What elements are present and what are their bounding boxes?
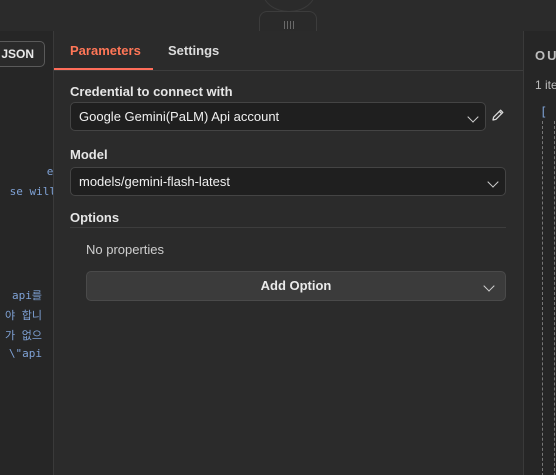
chevron-down-icon: [483, 280, 495, 292]
drag-handle-icon: [284, 21, 294, 29]
chevron-down-icon: [487, 176, 499, 188]
add-option-button[interactable]: Add Option: [86, 271, 506, 301]
code-line: 가 없으: [5, 329, 42, 342]
model-select[interactable]: models/gemini-flash-latest: [70, 167, 506, 196]
parameters-panel: Parameters Settings Credential to connec…: [54, 31, 523, 475]
json-view-button[interactable]: JSON: [0, 41, 45, 67]
active-tab-indicator: [54, 68, 153, 70]
credential-label: Credential to connect with: [70, 84, 233, 99]
code-line: api를: [12, 289, 42, 302]
options-divider: [70, 227, 506, 228]
credential-select[interactable]: Google Gemini(PaLM) Api account: [70, 102, 486, 131]
indent-guide: [554, 121, 555, 475]
code-line: se will: [9, 185, 54, 198]
model-value: models/gemini-flash-latest: [79, 174, 231, 189]
json-bracket: [: [540, 105, 548, 119]
code-line: 야 합니: [5, 309, 42, 322]
tab-bar: Parameters Settings: [54, 31, 523, 71]
input-panel: JSON er se will api를 야 합니 가 없으 : \"api: [0, 31, 54, 475]
top-strip: [0, 0, 556, 35]
code-line: : \"api: [0, 347, 42, 360]
code-line: er: [46, 165, 54, 178]
output-panel: OU 1 ite [: [523, 31, 556, 475]
add-option-label: Add Option: [260, 278, 332, 293]
tab-parameters[interactable]: Parameters: [70, 43, 141, 58]
credential-value: Google Gemini(PaLM) Api account: [79, 109, 280, 124]
no-properties-text: No properties: [86, 242, 165, 257]
pencil-icon[interactable]: [491, 108, 505, 122]
tab-settings[interactable]: Settings: [168, 43, 219, 58]
chevron-down-icon: [467, 111, 479, 123]
indent-guide: [542, 121, 543, 475]
model-label: Model: [70, 147, 108, 162]
options-label: Options: [70, 210, 120, 225]
output-title: OU: [535, 48, 556, 63]
items-count: 1 ite: [535, 78, 556, 92]
